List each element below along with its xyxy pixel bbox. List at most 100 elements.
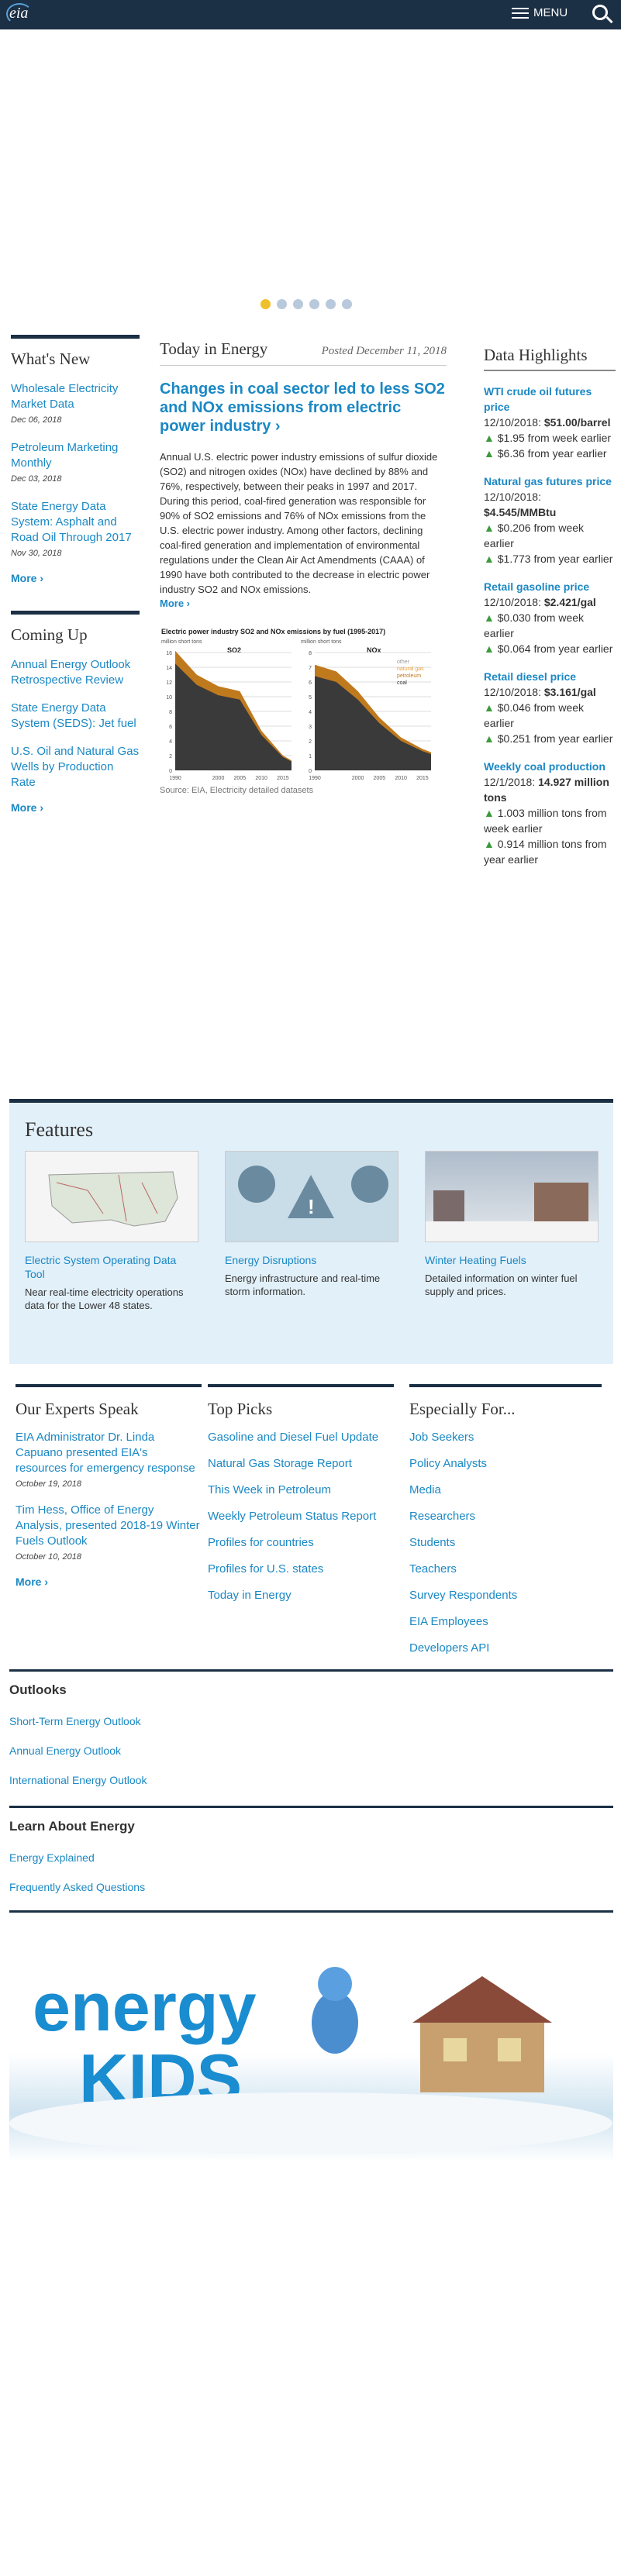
search-icon[interactable] — [592, 5, 608, 20]
whats-new-link[interactable]: Petroleum Marketing Monthly — [11, 441, 118, 470]
emissions-chart[interactable]: Electric power industry SO2 and NOx emis… — [160, 626, 457, 781]
energy-kids-banner[interactable]: energy KIDS — [9, 1922, 613, 2162]
today-body: Annual U.S. electric power industry emis… — [160, 451, 438, 595]
legend-item: coal — [397, 680, 407, 686]
today-date: Posted December 11, 2018 — [321, 345, 447, 357]
whats-new-link[interactable]: Wholesale Electricity Market Data — [11, 382, 118, 411]
data-highlight-value-line: 12/1/2018: 14.927 million tons — [484, 774, 616, 805]
especially-link[interactable]: Policy Analysts — [409, 1456, 602, 1472]
divider — [9, 1669, 613, 1672]
change-text: 1.003 million tons from week earlier — [484, 807, 607, 835]
y-tick-label: 12 — [166, 680, 172, 686]
coming-up-link[interactable]: U.S. Oil and Natural Gas Wells by Produc… — [11, 745, 139, 789]
coming-up-more-link[interactable]: More › — [11, 801, 140, 814]
top-pick-link[interactable]: Today in Energy — [208, 1588, 394, 1603]
carousel-dot[interactable] — [342, 299, 352, 309]
outlooks-heading: Outlooks — [9, 1682, 67, 1697]
item-date: October 10, 2018 — [16, 1552, 82, 1562]
svg-text:!: ! — [308, 1195, 315, 1218]
y-tick-label: 7 — [309, 666, 312, 671]
outlooks-link[interactable]: International Energy Outlook — [9, 1774, 613, 1786]
divider — [9, 1910, 613, 1913]
especially-link[interactable]: Teachers — [409, 1562, 602, 1577]
eia-logo[interactable]: eia — [9, 5, 28, 22]
change-text: $0.064 from year earlier — [497, 642, 613, 655]
whats-new-more-link[interactable]: More › — [11, 572, 140, 584]
especially-link[interactable]: EIA Employees — [409, 1614, 602, 1630]
especially-link[interactable]: Developers API — [409, 1641, 602, 1656]
legend-item: natural gas — [397, 666, 424, 672]
hamburger-icon — [512, 7, 529, 19]
x-tick-label: 2010 — [395, 776, 407, 781]
coming-up-item: State Energy Data System (SEDS): Jet fue… — [11, 701, 140, 732]
especially-link[interactable]: Job Seekers — [409, 1430, 602, 1445]
data-highlight-date: 12/1/2018: — [484, 776, 536, 788]
carousel-dot[interactable] — [277, 299, 287, 309]
data-highlight-title[interactable]: WTI crude oil futures price — [484, 384, 616, 415]
learn-link[interactable]: Frequently Asked Questions — [9, 1881, 613, 1893]
especially-link[interactable]: Researchers — [409, 1509, 602, 1524]
experts-link[interactable]: EIA Administrator Dr. Linda Capuano pres… — [16, 1431, 195, 1475]
today-headline-link[interactable]: Changes in coal sector led to less SO2 a… — [160, 380, 447, 436]
divider — [409, 1384, 602, 1387]
feature-card[interactable]: ! Energy Disruptions Energy infrastructu… — [225, 1151, 398, 1298]
top-pick-link[interactable]: Gasoline and Diesel Fuel Update — [208, 1430, 394, 1445]
coming-up-link[interactable]: Annual Energy Outlook Retrospective Revi… — [11, 658, 130, 687]
outlooks-link[interactable]: Short-Term Energy Outlook — [9, 1715, 613, 1727]
divider — [484, 370, 616, 371]
feature-card[interactable]: Winter Heating Fuels Detailed informatio… — [425, 1151, 599, 1298]
feature-desc: Near real-time electricity operations da… — [25, 1286, 184, 1311]
whats-new-link[interactable]: State Energy Data System: Asphalt and Ro… — [11, 500, 132, 544]
menu-button[interactable]: MENU — [512, 6, 568, 19]
data-highlight-title[interactable]: Weekly coal production — [484, 759, 616, 774]
experts-more-link[interactable]: More › — [16, 1576, 202, 1588]
data-highlight-title[interactable]: Natural gas futures price — [484, 474, 616, 489]
feature-title[interactable]: Electric System Operating Data Tool — [25, 1253, 198, 1281]
feature-title[interactable]: Winter Heating Fuels — [425, 1253, 599, 1267]
especially-link[interactable]: Students — [409, 1535, 602, 1551]
x-tick-label: 2000 — [212, 776, 225, 781]
change-text: $1.773 from year earlier — [497, 553, 613, 565]
especially-link[interactable]: Media — [409, 1483, 602, 1498]
data-highlight-title[interactable]: Retail gasoline price — [484, 579, 616, 594]
experts-link[interactable]: Tim Hess, Office of Energy Analysis, pre… — [16, 1503, 200, 1548]
energy-kids-logo: energy — [33, 1968, 257, 2045]
data-highlight-change: ▲ $6.36 from year earlier — [484, 446, 616, 461]
change-text: $0.206 from week earlier — [484, 522, 585, 549]
top-pick-link[interactable]: Profiles for countries — [208, 1535, 394, 1551]
coming-up-item: U.S. Oil and Natural Gas Wells by Produc… — [11, 744, 140, 790]
data-highlight-change: ▲ $1.773 from year earlier — [484, 551, 616, 567]
data-highlight-change: ▲ 1.003 million tons from week earlier — [484, 805, 616, 836]
today-more-link[interactable]: More › — [160, 598, 190, 609]
carousel-dot[interactable] — [309, 299, 319, 309]
feature-title[interactable]: Energy Disruptions — [225, 1253, 398, 1267]
data-highlight-value: $2.421/gal — [543, 596, 596, 608]
arrow-up-icon: ▲ — [484, 838, 498, 850]
data-highlight-change: ▲ $1.95 from week earlier — [484, 430, 616, 446]
especially-link[interactable]: Survey Respondents — [409, 1588, 602, 1603]
y-tick-label: 5 — [309, 695, 312, 701]
y-tick-label: 0 — [309, 769, 312, 774]
learn-link[interactable]: Energy Explained — [9, 1851, 613, 1864]
data-highlight-change: ▲ $0.206 from week earlier — [484, 520, 616, 551]
carousel-dot[interactable] — [260, 299, 271, 309]
carousel-dot[interactable] — [293, 299, 303, 309]
top-pick-link[interactable]: Profiles for U.S. states — [208, 1562, 394, 1577]
arrow-up-icon: ▲ — [484, 553, 498, 565]
experts-item: Tim Hess, Office of Energy Analysis, pre… — [16, 1503, 202, 1565]
learn-section: Learn About Energy Energy Explained Freq… — [9, 1806, 613, 1913]
top-pick-link[interactable]: This Week in Petroleum — [208, 1483, 394, 1498]
top-pick-link[interactable]: Weekly Petroleum Status Report — [208, 1509, 394, 1524]
feature-card[interactable]: Electric System Operating Data Tool Near… — [25, 1151, 198, 1312]
change-text: $0.251 from year earlier — [497, 732, 613, 745]
arrow-up-icon: ▲ — [484, 447, 498, 460]
data-highlight-title[interactable]: Retail diesel price — [484, 669, 616, 684]
coming-up-link[interactable]: State Energy Data System (SEDS): Jet fue… — [11, 701, 136, 730]
outlooks-link[interactable]: Annual Energy Outlook — [9, 1744, 613, 1757]
data-highlight-change: ▲ 0.914 million tons from year earlier — [484, 836, 616, 867]
change-text: $0.030 from week earlier — [484, 611, 585, 639]
top-pick-link[interactable]: Natural Gas Storage Report — [208, 1456, 394, 1472]
carousel-dot[interactable] — [326, 299, 336, 309]
coming-up-item: Annual Energy Outlook Retrospective Revi… — [11, 657, 140, 688]
especially-heading: Especially For... — [409, 1400, 516, 1418]
